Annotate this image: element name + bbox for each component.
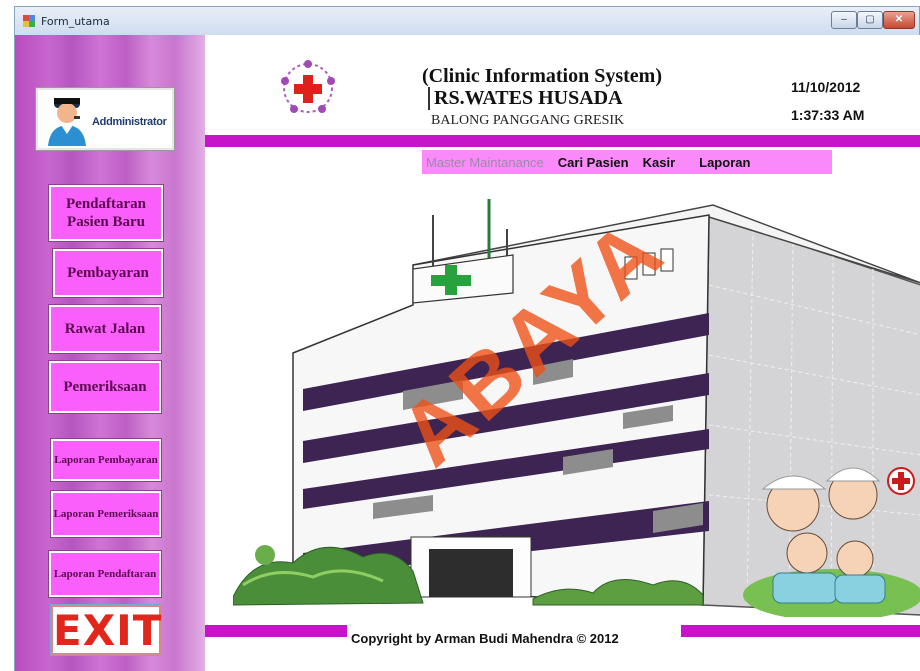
clinic-logo-icon	[281, 60, 335, 113]
sidebar: Addministrator Pendaftaran Pasien Baru P…	[15, 35, 205, 671]
pembayaran-button[interactable]: Pembayaran	[53, 249, 163, 297]
header-divider	[205, 135, 920, 147]
footer-divider-right	[681, 625, 920, 637]
minimize-button[interactable]: –	[831, 11, 857, 29]
pendaftaran-pasien-baru-button[interactable]: Pendaftaran Pasien Baru	[49, 185, 163, 241]
main-window: Form_utama – ▢ ✕ Addministrator Pendafta…	[14, 6, 920, 671]
menu-cari-pasien[interactable]: Cari Pasien	[558, 155, 629, 170]
hospital-name: RS.WATES HUSADA	[428, 87, 623, 110]
laporan-pembayaran-button[interactable]: Laporan Pembayaran	[51, 439, 161, 481]
close-button[interactable]: ✕	[883, 11, 915, 29]
user-avatar-icon	[48, 98, 86, 146]
rawat-jalan-button[interactable]: Rawat Jalan	[49, 305, 161, 353]
copyright-text: Copyright by Arman Budi Mahendra © 2012	[351, 631, 619, 646]
current-time: 1:37:33 AM	[791, 107, 865, 123]
menu-bar: Master Maintanance Cari Pasien Kasir Lap…	[422, 150, 832, 174]
app-icon	[23, 15, 35, 27]
hospital-address: BALONG PANGGANG GRESIK	[431, 113, 625, 128]
user-label: Addministrator	[92, 116, 167, 128]
pemeriksaan-button[interactable]: Pemeriksaan	[49, 361, 161, 413]
laporan-pendaftaran-button[interactable]: Laporan Pendaftaran	[49, 551, 161, 597]
hospital-illustration	[233, 199, 920, 617]
menu-kasir[interactable]: Kasir	[643, 155, 676, 170]
maximize-button[interactable]: ▢	[857, 11, 883, 29]
current-date: 11/10/2012	[791, 79, 861, 95]
main-panel: (Clinic Information System) RS.WATES HUS…	[205, 35, 920, 671]
menu-laporan[interactable]: Laporan	[699, 155, 750, 170]
window-title: Form_utama	[41, 15, 110, 28]
user-card: Addministrator	[35, 87, 175, 151]
exit-button[interactable]: EXIT	[51, 605, 161, 655]
menu-master-maintanance: Master Maintanance	[426, 154, 544, 170]
title-bar: Form_utama – ▢ ✕	[15, 7, 919, 35]
footer-divider-left	[205, 625, 347, 637]
laporan-pemeriksaan-button[interactable]: Laporan Pemeriksaan	[51, 491, 161, 537]
system-title: (Clinic Information System)	[422, 65, 662, 87]
